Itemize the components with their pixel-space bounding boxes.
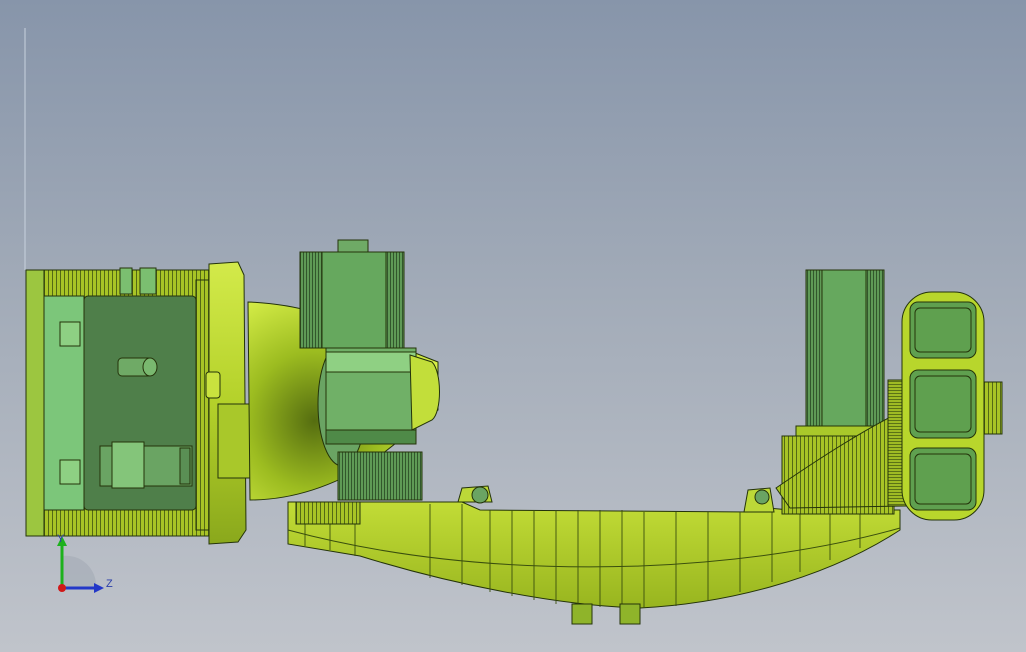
view-orientation-triad: Y Z (57, 533, 113, 593)
y-axis-label: Y (57, 533, 65, 545)
robot-arm-model[interactable] (0, 0, 1026, 652)
z-axis-label: Z (106, 578, 113, 590)
cad-graphics-viewport[interactable]: Y Z (0, 0, 1026, 652)
left-motor-housing (25, 267, 213, 537)
triad-origin-icon (58, 584, 66, 592)
wrist-end-effector (901, 291, 985, 521)
